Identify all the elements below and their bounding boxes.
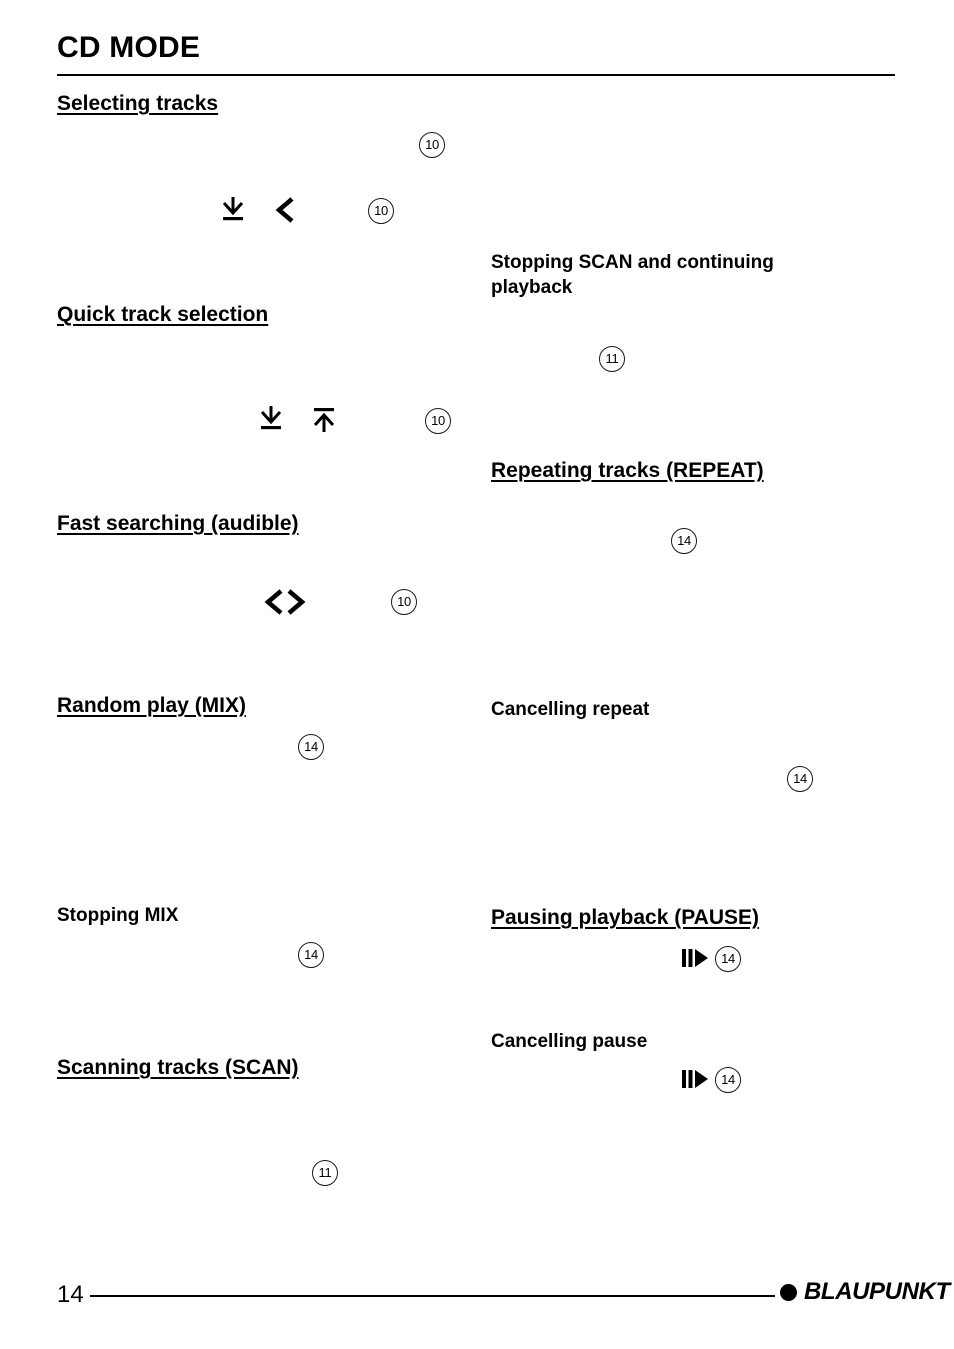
- callout-reference-14: 14: [671, 528, 697, 554]
- callout-reference-14: 14: [298, 942, 324, 968]
- callout-reference-10: 10: [368, 198, 394, 224]
- callout-reference-10: 10: [419, 132, 445, 158]
- seek-left-right-icon: [261, 587, 309, 617]
- arrow-down-to-bar-icon: [258, 404, 284, 434]
- heading-repeating-tracks-repeat: Repeating tracks (REPEAT): [491, 459, 764, 482]
- right-column: Stopping SCAN and continuing playback 11…: [491, 0, 895, 1349]
- callout-reference-10: 10: [391, 589, 417, 615]
- heading-random-play-mix: Random play (MIX): [57, 694, 247, 717]
- heading-pausing-playback-pause: Pausing playback (PAUSE): [491, 906, 760, 929]
- arrow-down-to-bar-icon: [220, 195, 246, 225]
- heading-quick-track-selection: Quick track selection: [57, 303, 269, 326]
- left-column: Selecting tracks 10 10 Quick track selec…: [57, 0, 457, 1349]
- page-footer: 14 BLAUPUNKT: [57, 1280, 950, 1320]
- pause-play-icon: [681, 1067, 711, 1091]
- heading-cancelling-pause: Cancelling pause: [491, 1031, 648, 1052]
- chevron-left-icon: [272, 195, 298, 225]
- callout-reference-10: 10: [425, 408, 451, 434]
- arrow-up-to-bar-icon: [311, 404, 337, 434]
- callout-reference-14: 14: [715, 1067, 741, 1093]
- heading-cancelling-repeat: Cancelling repeat: [491, 699, 650, 720]
- heading-fast-searching-audible: Fast searching (audible): [57, 512, 299, 535]
- manual-page: CD MODE Selecting tracks 10 10 Quick tra…: [0, 0, 954, 1349]
- callout-reference-14: 14: [715, 946, 741, 972]
- brand-dot-icon: [780, 1283, 797, 1301]
- brand-name: BLAUPUNKT: [804, 1278, 950, 1305]
- heading-scanning-tracks-scan: Scanning tracks (SCAN): [57, 1056, 299, 1079]
- page-number: 14: [57, 1281, 84, 1308]
- footer-divider: [90, 1295, 775, 1297]
- callout-reference-14: 14: [298, 734, 324, 760]
- heading-stopping-mix: Stopping MIX: [57, 905, 179, 926]
- pause-play-icon: [681, 946, 711, 970]
- callout-reference-11: 11: [312, 1160, 338, 1186]
- heading-stopping-scan-continuing-playback: Stopping SCAN and continuing playback: [491, 252, 774, 298]
- callout-reference-14: 14: [787, 766, 813, 792]
- brand-logo: BLAUPUNKT: [780, 1280, 950, 1304]
- heading-selecting-tracks: Selecting tracks: [57, 92, 219, 115]
- callout-reference-11: 11: [599, 346, 625, 372]
